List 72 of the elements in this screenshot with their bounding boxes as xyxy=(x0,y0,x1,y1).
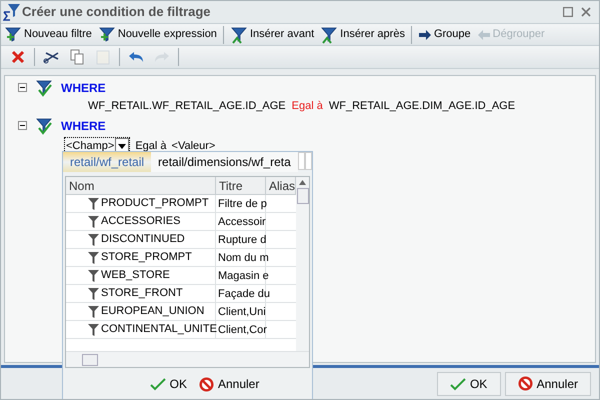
source-tab[interactable]: retail/wf_retail xyxy=(63,152,152,172)
checkmark-icon xyxy=(150,377,166,391)
operator-label[interactable]: Egal à xyxy=(135,138,167,154)
collapse-toggle[interactable] xyxy=(18,83,27,92)
source-tab[interactable]: retail/dimensions/wf_reta xyxy=(151,152,298,172)
close-icon[interactable] xyxy=(581,7,591,17)
table-cell[interactable]: Client,Cor xyxy=(216,321,266,338)
prohibited-icon xyxy=(198,376,214,392)
table-cell[interactable]: Rupture d xyxy=(216,231,266,248)
table-cell[interactable]: Accessoir xyxy=(216,213,266,230)
window-title: Créer une condition de filtrage xyxy=(22,3,211,22)
scroll-up-icon[interactable] xyxy=(299,180,306,185)
horizontal-scrollbar[interactable] xyxy=(66,351,309,367)
table-cell[interactable]: Nom du m xyxy=(216,249,266,266)
vertical-scrollbar[interactable] xyxy=(296,177,309,351)
table-cell[interactable]: EUROPEAN_UNION xyxy=(101,303,204,320)
prohibited-icon xyxy=(518,376,533,391)
table-cell[interactable]: CONTINENTAL_UNITE xyxy=(101,321,217,338)
scissors-icon xyxy=(43,50,59,64)
checkmark-icon xyxy=(450,376,466,390)
table-cell[interactable]: PRODUCT_PROMPT xyxy=(101,195,209,212)
cancel-button[interactable]: Annuler xyxy=(504,372,591,396)
table-cell[interactable]: Magasin e xyxy=(216,267,266,284)
copy-icon xyxy=(70,49,84,65)
arrow-icon xyxy=(418,28,432,40)
filter-icon xyxy=(88,288,99,300)
table-cell[interactable]: Client,Uni xyxy=(216,303,266,320)
filter-icon xyxy=(88,324,99,336)
clipboard-icon xyxy=(96,49,110,65)
value-placeholder[interactable]: <Valeur> xyxy=(172,138,216,154)
clause-label[interactable]: WHERE xyxy=(61,116,106,134)
arrow-icon xyxy=(476,28,491,40)
field-name[interactable]: WF_RETAIL_AGE.DIM_AGE.ID_AGE xyxy=(328,98,516,115)
funnel-plus-icon xyxy=(98,26,116,44)
filter-icon xyxy=(88,270,99,282)
toolbar-button[interactable]: Insérer après xyxy=(317,24,408,45)
funnel-sigma-icon xyxy=(3,3,21,21)
table-cell[interactable]: STORE_FRONT xyxy=(101,285,183,302)
toolbar-button[interactable]: Nouveau filtre xyxy=(1,24,95,45)
scroll-thumb[interactable] xyxy=(296,188,308,204)
collapse-toggle[interactable] xyxy=(18,121,27,130)
table-cell[interactable]: Filtre de p xyxy=(216,195,266,212)
close-icon xyxy=(11,50,25,64)
column-header[interactable]: Titre xyxy=(216,177,266,194)
filter-icon xyxy=(88,234,99,246)
clause-label[interactable]: WHERE xyxy=(61,78,106,96)
cancel-button[interactable]: Annuler xyxy=(194,372,264,396)
funnel-plus-icon xyxy=(4,26,22,44)
redo-icon xyxy=(154,51,170,63)
table-cell[interactable]: ACCESSORIES xyxy=(101,213,180,230)
funnel-check-icon xyxy=(35,78,53,96)
filter-icon xyxy=(88,216,99,228)
maximize-icon[interactable] xyxy=(563,7,573,17)
funnel-arrow-icon xyxy=(320,26,338,44)
table-cell[interactable]: DISCONTINUED xyxy=(101,231,185,248)
scroll-thumb[interactable] xyxy=(82,354,98,366)
filter-icon xyxy=(88,198,99,210)
filter-icon xyxy=(88,306,99,318)
funnel-arrow-icon xyxy=(230,26,248,44)
field-name[interactable]: WF_RETAIL.WF_RETAIL_AGE.ID_AGE xyxy=(88,98,286,115)
ok-button[interactable]: OK xyxy=(146,372,191,396)
toolbar-button[interactable]: Groupe xyxy=(414,24,474,45)
operator-label[interactable]: Egal à xyxy=(292,98,323,115)
undo-icon xyxy=(128,51,144,63)
toolbar-button[interactable]: Insérer avant xyxy=(226,24,318,45)
table-cell[interactable]: STORE_PROMPT xyxy=(101,249,192,266)
funnel-check-icon xyxy=(35,116,53,134)
column-header[interactable]: Nom xyxy=(66,177,216,194)
table-cell[interactable]: WEB_STORE xyxy=(101,267,170,284)
filter-icon xyxy=(88,252,99,264)
ok-button[interactable]: OK xyxy=(436,372,501,396)
toolbar-button[interactable]: Nouvelle expression xyxy=(94,24,220,45)
